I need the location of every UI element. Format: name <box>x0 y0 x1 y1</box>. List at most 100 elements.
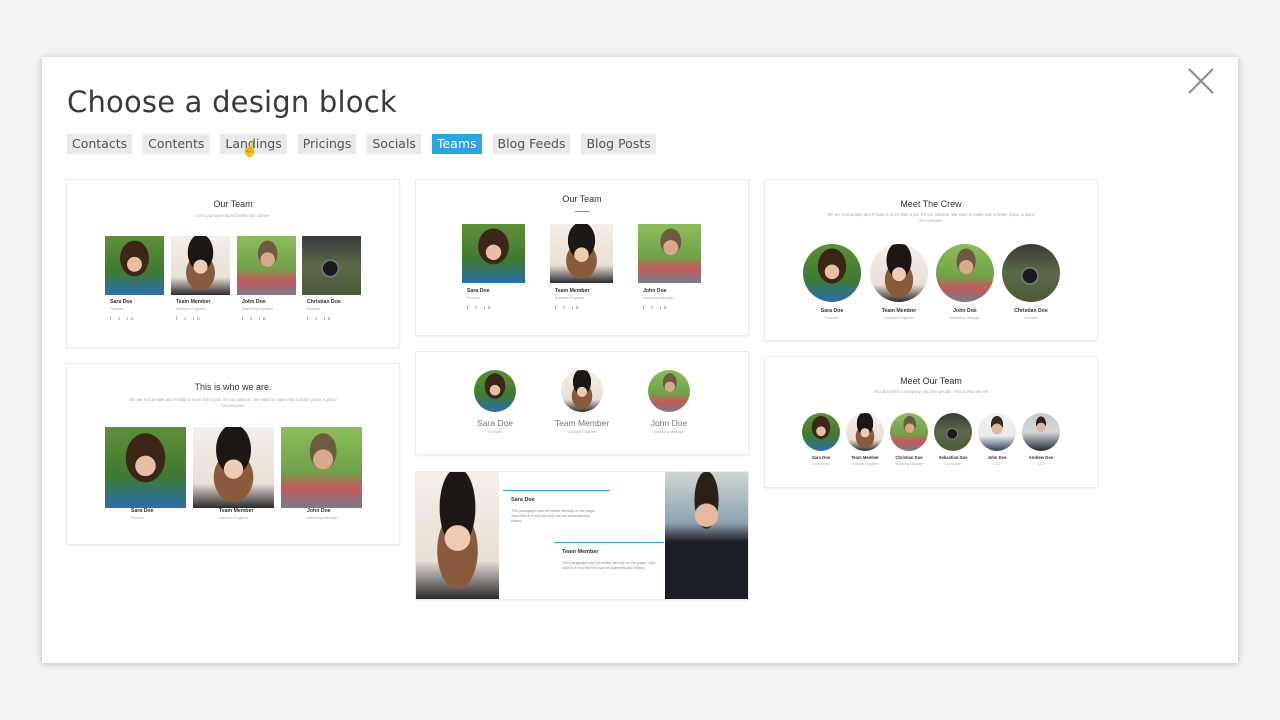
social-icons: f t in <box>242 316 269 321</box>
block-team-2[interactable]: Our Team Sara Doe Founder f t in Team Me… <box>416 180 748 335</box>
member-role: Founder <box>307 307 321 311</box>
social-icons: f t in <box>176 316 203 321</box>
member-photo <box>936 244 994 302</box>
member-role: Co-Founder <box>944 462 962 466</box>
member-card: Christian Doe Founder <box>1002 244 1060 324</box>
member-name: Christian Doe <box>1014 308 1048 314</box>
block-subtitle: You don't hire a company, you hire peopl… <box>873 389 989 394</box>
member-photo <box>665 472 748 599</box>
member-name: Sara Doe <box>467 288 490 294</box>
member-card: John Doe Marketing Manager f t in <box>638 224 701 316</box>
member-card: Team Member Software Engineer f t in <box>171 236 230 328</box>
member-card: Sara Doe Founder <box>466 370 524 446</box>
member-photo <box>237 236 296 295</box>
member-name: John Doe <box>953 308 977 314</box>
member-role: Marketing Manager <box>895 462 923 466</box>
member-bio-card: Team Member This paragraph can be edited… <box>554 542 664 580</box>
design-block-modal: Choose a design block Contacts Contents … <box>42 57 1238 663</box>
member-card: Sara Doe Founder f t in <box>105 236 164 328</box>
block-team-5[interactable]: Sara Doe Founder Team Member Software En… <box>416 352 748 454</box>
member-name: John Doe <box>650 418 688 428</box>
member-card: Christian Doe Founder f t in <box>302 236 361 328</box>
social-icons: f t in <box>467 305 494 310</box>
member-photo <box>474 370 516 412</box>
member-photo <box>302 236 361 295</box>
member-name: John Doe <box>643 288 667 294</box>
member-role: Software Engineer <box>567 430 597 434</box>
block-title: Meet Our Team <box>900 376 962 386</box>
member-photo <box>802 413 840 451</box>
member-role: Software Engineer <box>851 462 879 466</box>
member-card: Sara Doe Founder f t in <box>462 224 525 316</box>
member-photo <box>978 413 1016 451</box>
member-name: John Doe <box>242 299 266 305</box>
member-role: Software Engineer <box>176 307 206 311</box>
member-photo <box>416 472 499 599</box>
member-role: Software Engineer <box>555 296 585 300</box>
member-name: John Doe <box>987 455 1007 460</box>
member-name: Team Member <box>851 455 879 460</box>
member-photo <box>462 224 525 283</box>
category-tabs: Contacts Contents Landings Pricings Soci… <box>67 134 656 154</box>
social-icons: f t in <box>643 305 670 310</box>
member-name: Team Member <box>554 418 610 428</box>
member-card: Sebastian Doe Co-Founder <box>934 413 972 473</box>
member-card: Sara Doe Founder <box>803 244 861 324</box>
block-subtitle: We are real people and Frisala is more t… <box>129 397 337 408</box>
member-card: Sara Doe Co-Founder <box>802 413 840 473</box>
block-subtitle: Let's put some faces behind the names <box>196 213 270 218</box>
tab-blog-posts[interactable]: Blog Posts <box>581 134 656 154</box>
member-name: Christian Doe <box>307 299 341 305</box>
member-card: John Doe CEO <box>978 413 1016 473</box>
member-role: Founder <box>1024 316 1038 320</box>
close-icon[interactable] <box>1187 67 1215 95</box>
tab-contents[interactable]: Contents <box>143 134 210 154</box>
member-photo <box>1022 413 1060 451</box>
member-role: CEO <box>993 462 1001 466</box>
member-name: Team Member <box>176 299 211 305</box>
member-name: Sara Doe <box>131 508 154 514</box>
member-bio-card: Sara Doe This paragraph can be edited di… <box>503 490 610 528</box>
member-photo <box>803 244 861 302</box>
member-role: Founder <box>825 316 839 320</box>
member-card: Team Member Software Engineer f t in <box>550 224 613 316</box>
social-icons: f t in <box>307 316 334 321</box>
member-name: Andrew Doe <box>1028 455 1054 460</box>
member-photo <box>105 427 186 508</box>
member-photo <box>171 236 230 295</box>
block-title: Meet The Crew <box>900 199 962 209</box>
member-photo <box>934 413 972 451</box>
member-card: Team Member Software Engineer <box>193 427 274 527</box>
member-name: Team Member <box>219 508 254 514</box>
member-card: John Doe Marketing Manager <box>640 370 698 446</box>
block-team-3[interactable]: Meet The Crew We are real people and Fri… <box>765 180 1097 340</box>
block-team-1[interactable]: Our Team Let's put some faces behind the… <box>67 180 399 347</box>
tab-teams[interactable]: Teams <box>431 134 482 154</box>
member-card: John Doe Marketing Manager <box>936 244 994 324</box>
block-team-4[interactable]: This is who we are. We are real people a… <box>67 364 399 544</box>
tab-pricings[interactable]: Pricings <box>297 134 357 154</box>
tab-socials[interactable]: Socials <box>367 134 421 154</box>
block-subtitle: We are real people and Frisala is more t… <box>827 212 1035 223</box>
social-icons: f t in <box>110 316 137 321</box>
tab-blog-feeds[interactable]: Blog Feeds <box>492 134 571 154</box>
member-photo <box>890 413 928 451</box>
member-photo <box>550 224 613 283</box>
block-team-7[interactable]: Sara Doe This paragraph can be edited di… <box>416 472 748 599</box>
member-role: Marketing Manager <box>242 307 273 311</box>
member-name: Sara Doe <box>477 418 513 428</box>
member-card: Christian Doe Marketing Manager <box>890 413 928 473</box>
member-photo <box>638 224 701 283</box>
block-title: Our Team <box>562 194 602 204</box>
modal-title: Choose a design block <box>67 85 397 119</box>
member-photo <box>281 427 362 508</box>
block-title: This is who we are. <box>194 382 272 392</box>
member-role: Founder <box>467 296 481 300</box>
tab-contacts[interactable]: Contacts <box>67 134 133 154</box>
member-name: Team Member <box>562 549 599 555</box>
hand-cursor-icon: ☝ <box>241 141 259 157</box>
block-team-6[interactable]: Meet Our Team You don't hire a company, … <box>765 357 1097 487</box>
member-role: Software Engineer <box>219 516 249 520</box>
member-card: John Doe Marketing Manager f t in <box>237 236 296 328</box>
member-name: Sebastian Doe <box>938 455 968 460</box>
